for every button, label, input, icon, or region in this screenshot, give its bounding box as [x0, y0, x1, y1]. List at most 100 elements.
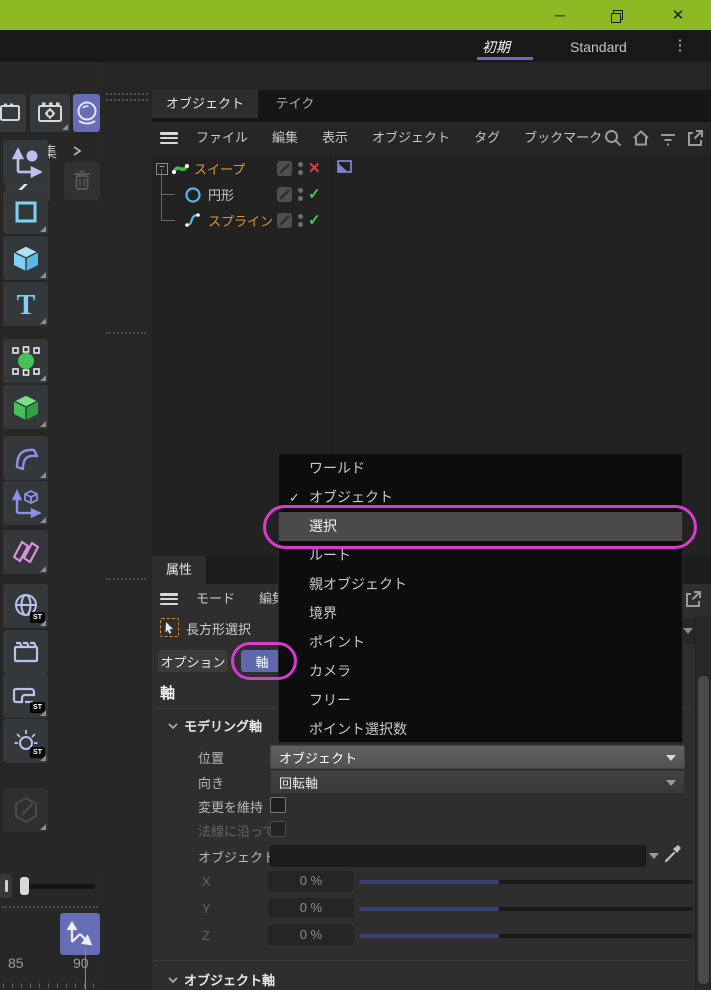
slider-edge-button[interactable]: [0, 874, 12, 898]
coordinates-manager-button[interactable]: [60, 913, 100, 955]
layout-menu-button[interactable]: ⋮: [672, 36, 688, 56]
polygon-cube-tool-button[interactable]: [3, 385, 48, 429]
menu-edit[interactable]: 編集: [260, 123, 310, 153]
section-title: 軸: [160, 682, 175, 703]
clapperboard-icon: [11, 637, 41, 667]
tab-attributes[interactable]: 属性: [152, 556, 206, 584]
menu-objects[interactable]: オブジェクト: [360, 123, 462, 153]
menu-item-bounds[interactable]: 境界: [279, 599, 682, 628]
menu-item-free[interactable]: フリー: [279, 686, 682, 715]
tree-row-circle[interactable]: 円形 ✓: [152, 181, 711, 207]
keep-changes-checkbox[interactable]: [270, 797, 286, 813]
hamburger-menu-icon[interactable]: [160, 593, 178, 605]
tree-label-spline[interactable]: スプライン: [208, 211, 273, 230]
tree-row-spline[interactable]: スプライン ✓: [152, 207, 711, 233]
menu-item-world[interactable]: ワールド: [279, 454, 682, 483]
layout-tab-standard[interactable]: Standard: [570, 36, 627, 58]
sky-object-button[interactable]: ST: [3, 584, 48, 628]
menu-bookmarks[interactable]: ブックマーク: [512, 123, 614, 153]
menu-mode[interactable]: モード: [184, 584, 247, 614]
symmetry-tool-button[interactable]: [3, 530, 48, 574]
home-icon[interactable]: [631, 128, 651, 148]
move-axis-tool-button[interactable]: [3, 140, 48, 184]
edit-toggle-icon[interactable]: [277, 161, 292, 176]
group-modeling-axis[interactable]: モデリング軸: [168, 716, 262, 735]
timeline-ruler[interactable]: [0, 978, 100, 990]
popout-icon[interactable]: [683, 589, 703, 609]
along-normals-checkbox[interactable]: [270, 821, 286, 837]
rectangle-tool-button[interactable]: [3, 190, 48, 234]
trash-icon: [71, 169, 93, 193]
visibility-dots-icon[interactable]: [298, 162, 303, 175]
film-tool-button[interactable]: [0, 94, 26, 132]
edit-mode-button-disabled[interactable]: [3, 788, 48, 832]
collapse-icon[interactable]: −: [156, 163, 168, 175]
object-manager-tabbar: オブジェクト テイク: [152, 90, 711, 122]
x-value-field[interactable]: 0 %: [268, 871, 354, 891]
tab-takes[interactable]: テイク: [262, 90, 329, 118]
object-link-dropdown-arrow[interactable]: [649, 853, 659, 859]
stage-object-button[interactable]: [3, 630, 48, 674]
menu-item-camera[interactable]: カメラ: [279, 657, 682, 686]
z-slider[interactable]: [359, 934, 693, 938]
y-slider[interactable]: [359, 907, 693, 911]
tab-objects[interactable]: オブジェクト: [152, 90, 258, 118]
render-settings-button[interactable]: [30, 94, 70, 132]
tool-palette: [101, 62, 152, 990]
menu-tags[interactable]: タグ: [462, 123, 512, 153]
scrollbar-thumb[interactable]: [698, 676, 709, 984]
position-dropdown[interactable]: オブジェクト: [270, 745, 685, 769]
tree-label-circle[interactable]: 円形: [208, 185, 234, 204]
close-button[interactable]: ✕: [658, 0, 698, 30]
minimize-button[interactable]: ─: [540, 0, 580, 30]
point-sphere-tool-button[interactable]: [3, 339, 48, 383]
layout-tab-initial[interactable]: 初期: [482, 36, 510, 58]
axis-cube-tool-button[interactable]: [3, 481, 48, 525]
sweep-deformer-button[interactable]: [3, 436, 48, 480]
disabled-cross-icon[interactable]: ✕: [308, 159, 321, 177]
left-slider-handle[interactable]: [20, 877, 29, 895]
y-value-field[interactable]: 0 %: [268, 898, 354, 918]
search-icon[interactable]: [603, 128, 623, 148]
visibility-dots-icon[interactable]: [298, 214, 303, 227]
group-object-axis[interactable]: オブジェクト軸: [168, 970, 275, 989]
x-slider[interactable]: [359, 880, 693, 884]
rectangle-select-icon: [160, 618, 179, 637]
visibility-dots-icon[interactable]: [298, 188, 303, 201]
menu-file[interactable]: ファイル: [184, 123, 260, 153]
orientation-dropdown[interactable]: 回転軸: [270, 770, 685, 794]
delete-button[interactable]: [64, 162, 100, 200]
svg-text:T: T: [16, 290, 35, 319]
tree-label-sweep[interactable]: スイープ: [194, 159, 245, 178]
z-value-field[interactable]: 0 %: [268, 925, 354, 945]
tree-row-sweep[interactable]: − スイープ ✕: [152, 155, 711, 181]
restore-button[interactable]: [596, 0, 636, 30]
popout-icon[interactable]: [685, 128, 705, 148]
left-slider-track[interactable]: [22, 884, 95, 889]
options-tab-button[interactable]: オプション: [158, 650, 228, 672]
menu-item-points[interactable]: ポイント: [279, 628, 682, 657]
edit-toggle-icon[interactable]: [277, 213, 292, 228]
st-badge: ST: [30, 702, 45, 713]
material-manager-button[interactable]: [73, 94, 100, 132]
camera-object-button[interactable]: ST: [3, 674, 48, 718]
filter-icon[interactable]: [659, 129, 677, 147]
menu-item-point-selection-count[interactable]: ポイント選択数: [279, 715, 682, 744]
cube-primitive-button[interactable]: [3, 236, 48, 280]
menu-view[interactable]: 表示: [310, 123, 360, 153]
spline-object-icon: [184, 211, 202, 229]
left-panel-divider: [2, 906, 98, 908]
selection-sphere-icon: [11, 346, 41, 376]
light-object-button[interactable]: ST: [3, 719, 48, 763]
hamburger-menu-icon[interactable]: [160, 132, 178, 144]
object-link-field[interactable]: [270, 845, 646, 867]
attribute-scrollbar[interactable]: [695, 616, 711, 990]
menu-item-parent-object[interactable]: 親オブジェクト: [279, 570, 682, 599]
enabled-check-icon[interactable]: ✓: [308, 211, 321, 229]
layer-flag-icon[interactable]: [336, 159, 353, 176]
text-tool-button[interactable]: T: [3, 282, 48, 326]
enabled-check-icon[interactable]: ✓: [308, 185, 321, 203]
pick-eyedropper-icon[interactable]: [663, 844, 683, 864]
move-axis-icon: [10, 146, 42, 178]
edit-toggle-icon[interactable]: [277, 187, 292, 202]
